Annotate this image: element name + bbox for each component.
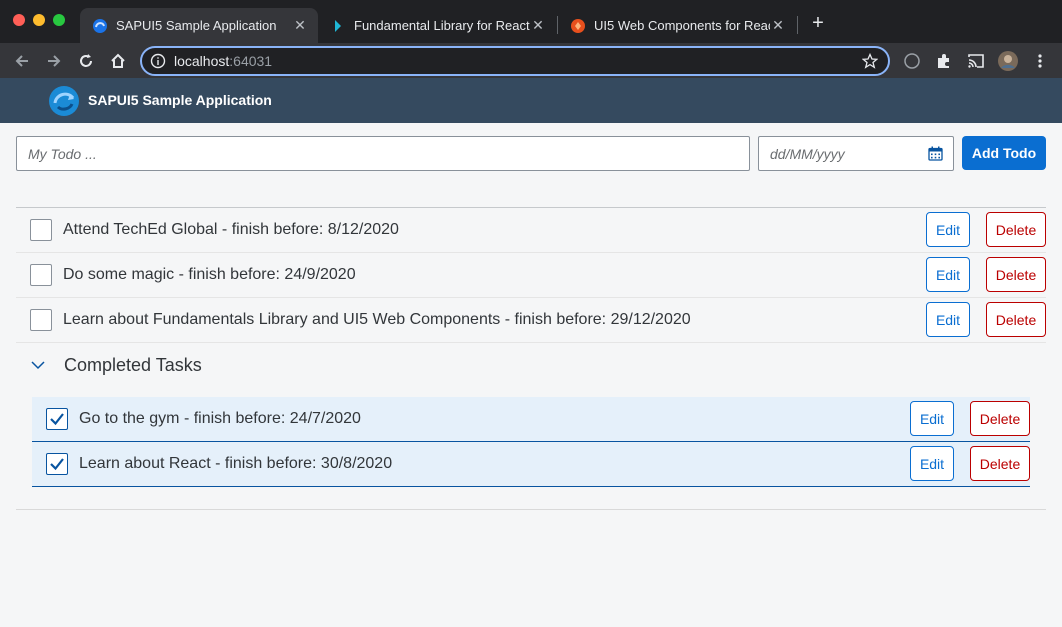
sapui5-favicon-icon [93,18,107,33]
profile-avatar[interactable] [997,50,1019,72]
chevron-down-icon[interactable] [30,357,46,373]
minimize-window-button[interactable] [33,14,45,26]
tab-separator [797,16,798,34]
edit-button[interactable]: Edit [926,302,970,337]
date-picker[interactable]: dd/MM/yyyy [758,136,954,171]
todo-input-placeholder: My Todo ... [28,145,97,162]
todo-text: Learn about Fundamentals Library and UI5… [63,311,691,328]
more-menu-icon[interactable] [1029,50,1051,72]
todo-checkbox[interactable] [30,219,52,241]
edit-button[interactable]: Edit [926,257,970,292]
home-icon[interactable] [107,50,129,72]
close-window-button[interactable] [13,14,25,26]
browser-tab-fundamental[interactable]: Fundamental Library for React ✕ [318,8,556,43]
todo-text: Do some magic - finish before: 24/9/2020 [63,266,356,283]
todo-checkbox[interactable] [30,309,52,331]
tab-title: UI5 Web Components for React [594,18,770,33]
browser-tab-bar: SAPUI5 Sample Application ✕ Fundamental … [0,0,1062,43]
completed-text: Go to the gym - finish before: 24/7/2020 [79,410,361,427]
completed-row: Go to the gym - finish before: 24/7/2020… [32,397,1030,442]
forward-icon[interactable] [43,50,65,72]
date-input-placeholder: dd/MM/yyyy [770,145,845,162]
browser-tab-ui5-webcomponents[interactable]: UI5 Web Components for React ✕ [558,8,796,43]
completed-text: Learn about React - finish before: 30/8/… [79,455,393,472]
completed-tasks-title: Completed Tasks [64,354,202,375]
browser-tab-sapui5[interactable]: SAPUI5 Sample Application ✕ [80,8,318,43]
add-todo-button[interactable]: Add Todo [962,136,1046,170]
checkmark-icon [50,458,64,471]
delete-button[interactable]: Delete [970,446,1030,481]
completed-checkbox[interactable] [46,408,68,430]
todo-row: Learn about Fundamentals Library and UI5… [16,298,1046,343]
cast-icon[interactable] [965,50,987,72]
shell-bar: SAPUI5 Sample Application [0,78,1062,123]
maximize-window-button[interactable] [53,14,65,26]
reload-icon[interactable] [75,50,97,72]
address-bar[interactable]: localhost :64031 [140,46,890,76]
calendar-icon[interactable] [928,146,943,161]
delete-button[interactable]: Delete [970,401,1030,436]
delete-button[interactable]: Delete [986,257,1046,292]
delete-button[interactable]: Delete [986,302,1046,337]
edit-button[interactable]: Edit [910,401,954,436]
tab-title: Fundamental Library for React [354,18,530,33]
completed-tasks-toggle[interactable]: Completed Tasks [30,352,202,378]
todo-row: Do some magic - finish before: 24/9/2020… [16,253,1046,298]
new-tab-button[interactable]: + [808,13,828,33]
url-port: :64031 [229,53,273,69]
shell-title: SAPUI5 Sample Application [88,92,272,108]
back-icon[interactable] [11,50,33,72]
completed-row: Learn about React - finish before: 30/8/… [32,442,1030,487]
tab-title: SAPUI5 Sample Application [116,18,277,33]
todo-row: Attend TechEd Global - finish before: 8/… [16,208,1046,253]
delete-button[interactable]: Delete [986,212,1046,247]
tab-close-icon[interactable]: ✕ [770,17,786,34]
checkmark-icon [50,413,64,426]
extensions-puzzle-icon[interactable] [933,50,955,72]
site-info-icon[interactable] [150,53,166,69]
todo-input[interactable]: My Todo ... [16,136,750,171]
todo-checkbox[interactable] [30,264,52,286]
sapui5-logo-icon [49,86,79,116]
url-host: localhost [174,53,230,69]
tab-close-icon[interactable]: ✕ [530,17,546,34]
browser-toolbar: localhost :64031 [0,43,1062,78]
ui5-favicon-icon [571,18,585,33]
bookmark-star-icon[interactable] [862,53,878,69]
todo-text: Attend TechEd Global - finish before: 8/… [63,221,399,238]
extension-circle-icon[interactable] [901,50,923,72]
edit-button[interactable]: Edit [910,446,954,481]
completed-checkbox[interactable] [46,453,68,475]
list-bottom-divider [16,509,1046,510]
tab-close-icon[interactable]: ✕ [292,17,308,34]
fundamental-favicon-icon [335,19,341,32]
edit-button[interactable]: Edit [926,212,970,247]
